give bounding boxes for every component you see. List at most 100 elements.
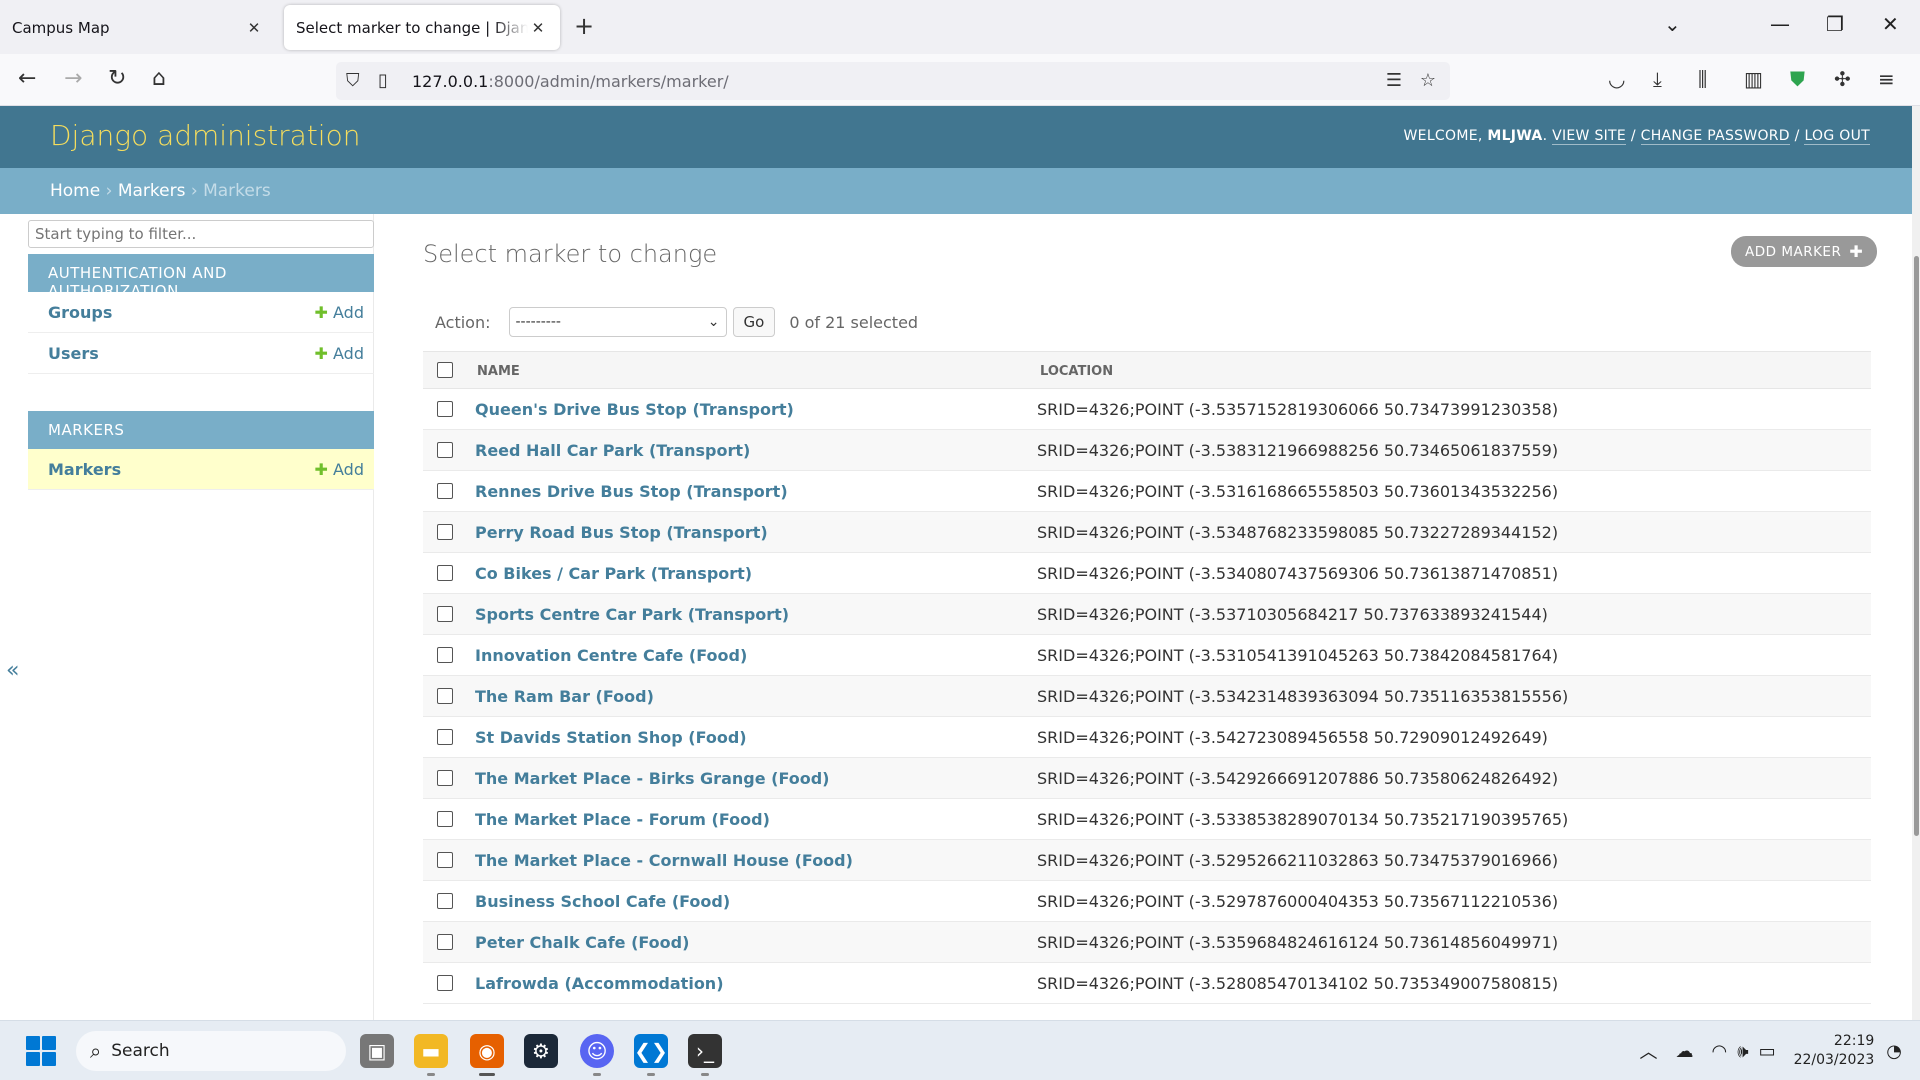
home-icon[interactable]: ⌂ bbox=[152, 66, 166, 91]
marker-name-link[interactable]: Reed Hall Car Park (Transport) bbox=[475, 441, 750, 460]
toggle-sidebar-icon[interactable]: « bbox=[6, 658, 19, 683]
url-bar[interactable]: ⛉ ▯ 127.0.0.1:8000/admin/markers/marker/… bbox=[336, 62, 1450, 100]
steam-icon[interactable]: ⚙ bbox=[524, 1034, 558, 1068]
site-branding[interactable]: Django administration bbox=[50, 119, 360, 152]
wifi-icon[interactable]: ◠ bbox=[1712, 1041, 1728, 1062]
action-select-value: --------- bbox=[515, 314, 561, 330]
row-checkbox[interactable] bbox=[437, 852, 453, 868]
taskbar-search[interactable]: ⌕ Search bbox=[76, 1031, 346, 1071]
marker-name-link[interactable]: St Davids Station Shop (Food) bbox=[475, 728, 747, 747]
new-tab-icon[interactable]: + bbox=[574, 12, 594, 40]
vscode-icon[interactable]: ❮❯ bbox=[634, 1034, 668, 1076]
row-checkbox[interactable] bbox=[437, 647, 453, 663]
scrollbar-thumb[interactable] bbox=[1914, 256, 1919, 836]
file-explorer-icon[interactable]: ▬ bbox=[414, 1034, 448, 1076]
marker-name-link[interactable]: The Market Place - Forum (Food) bbox=[475, 810, 770, 829]
library-icon[interactable]: ⫼ bbox=[1698, 67, 1707, 91]
marker-name-link[interactable]: Rennes Drive Bus Stop (Transport) bbox=[475, 482, 788, 501]
sidebar-icon[interactable]: ▥ bbox=[1744, 67, 1763, 91]
minimize-icon[interactable]: — bbox=[1770, 12, 1790, 36]
row-checkbox[interactable] bbox=[437, 975, 453, 991]
firefox-icon[interactable]: ◉ bbox=[470, 1034, 504, 1076]
marker-name-link[interactable]: Business School Cafe (Food) bbox=[475, 892, 730, 911]
markers-module-caption[interactable]: MARKERS bbox=[28, 411, 374, 449]
row-checkbox[interactable] bbox=[437, 729, 453, 745]
row-checkbox[interactable] bbox=[437, 934, 453, 950]
add-markers-link[interactable]: ✚ Add bbox=[315, 460, 364, 479]
sidebar-item-label[interactable]: Users bbox=[48, 344, 99, 363]
marker-name-link[interactable]: Co Bikes / Car Park (Transport) bbox=[475, 564, 752, 583]
downloads-icon[interactable]: ⤓ bbox=[1653, 67, 1662, 91]
reader-view-icon[interactable]: ☰ bbox=[1386, 70, 1402, 91]
breadcrumb-home[interactable]: Home bbox=[50, 181, 100, 201]
column-header-name[interactable]: NAME bbox=[477, 364, 520, 379]
sidebar-item-groups[interactable]: Groups ✚ Add bbox=[28, 292, 374, 333]
marker-name-link[interactable]: The Market Place - Cornwall House (Food) bbox=[475, 851, 853, 870]
row-checkbox[interactable] bbox=[437, 606, 453, 622]
row-checkbox[interactable] bbox=[437, 565, 453, 581]
select-all-checkbox[interactable] bbox=[437, 362, 453, 378]
row-checkbox[interactable] bbox=[437, 401, 453, 417]
close-window-icon[interactable]: ✕ bbox=[1882, 12, 1899, 36]
add-marker-button[interactable]: ADD MARKER ✚ bbox=[1731, 236, 1878, 267]
clock[interactable]: 22:19 22/03/2023 bbox=[1794, 1032, 1875, 1070]
sidebar-item-label[interactable]: Groups bbox=[48, 303, 112, 322]
go-button[interactable]: Go bbox=[732, 307, 776, 337]
nav-filter-input[interactable] bbox=[28, 220, 374, 248]
browser-tab-campus-map[interactable]: Campus Map ✕ bbox=[0, 5, 276, 50]
add-groups-link[interactable]: ✚ Add bbox=[315, 303, 364, 322]
extension-shield-icon[interactable]: ⛊ bbox=[1790, 67, 1805, 91]
auth-module-caption[interactable]: AUTHENTICATION AND AUTHORIZATION bbox=[28, 254, 374, 300]
marker-name-link[interactable]: Lafrowda (Accommodation) bbox=[475, 974, 724, 993]
row-checkbox[interactable] bbox=[437, 811, 453, 827]
close-icon[interactable]: ✕ bbox=[528, 19, 548, 37]
volume-icon[interactable]: 🕪 bbox=[1737, 1041, 1748, 1062]
page-title: Select marker to change bbox=[423, 240, 718, 268]
change-password-link[interactable]: CHANGE PASSWORD bbox=[1640, 128, 1790, 145]
bookmark-star-icon[interactable]: ☆ bbox=[1420, 70, 1436, 91]
column-header-location[interactable]: LOCATION bbox=[1040, 364, 1113, 379]
chevron-up-icon[interactable]: ︿ bbox=[1640, 1038, 1658, 1064]
row-checkbox[interactable] bbox=[437, 524, 453, 540]
notification-icon[interactable]: ◔ bbox=[1886, 1041, 1902, 1062]
close-icon[interactable]: ✕ bbox=[244, 19, 264, 37]
row-checkbox[interactable] bbox=[437, 688, 453, 704]
discord-icon[interactable]: ☺ bbox=[580, 1034, 614, 1076]
reload-icon[interactable]: ↻ bbox=[108, 66, 126, 91]
list-all-tabs-icon[interactable]: ⌄ bbox=[1664, 12, 1681, 36]
battery-icon[interactable]: ▭ bbox=[1759, 1041, 1776, 1062]
row-checkbox[interactable] bbox=[437, 442, 453, 458]
restore-icon[interactable]: ❐ bbox=[1826, 12, 1844, 36]
breadcrumb-app[interactable]: Markers bbox=[118, 181, 186, 201]
action-select[interactable]: --------- ⌄ bbox=[508, 307, 727, 337]
extensions-icon[interactable]: ✣ bbox=[1834, 67, 1851, 91]
sidebar-item-markers[interactable]: Markers ✚ Add bbox=[28, 449, 374, 490]
marker-name-link[interactable]: Innovation Centre Cafe (Food) bbox=[475, 646, 747, 665]
task-view-icon[interactable]: ▣ bbox=[360, 1034, 394, 1068]
marker-name-link[interactable]: Perry Road Bus Stop (Transport) bbox=[475, 523, 768, 542]
row-checkbox[interactable] bbox=[437, 770, 453, 786]
marker-name-link[interactable]: The Ram Bar (Food) bbox=[475, 687, 654, 706]
terminal-icon[interactable]: ›_ bbox=[688, 1034, 722, 1076]
page-scrollbar[interactable] bbox=[1912, 106, 1920, 1020]
back-icon[interactable]: ← bbox=[18, 66, 36, 91]
view-site-link[interactable]: VIEW SITE bbox=[1552, 128, 1627, 145]
menu-icon[interactable]: ≡ bbox=[1878, 67, 1895, 91]
shield-icon[interactable]: ⛉ bbox=[346, 70, 360, 91]
page-icon[interactable]: ▯ bbox=[378, 70, 388, 91]
row-checkbox[interactable] bbox=[437, 893, 453, 909]
add-users-link[interactable]: ✚ Add bbox=[315, 344, 364, 363]
pocket-icon[interactable]: ◡ bbox=[1608, 67, 1625, 91]
marker-name-link[interactable]: Queen's Drive Bus Stop (Transport) bbox=[475, 400, 794, 419]
sidebar-item-label[interactable]: Markers bbox=[48, 460, 121, 479]
log-out-link[interactable]: LOG OUT bbox=[1804, 128, 1870, 145]
row-checkbox[interactable] bbox=[437, 483, 453, 499]
marker-name-link[interactable]: Peter Chalk Cafe (Food) bbox=[475, 933, 689, 952]
marker-name-link[interactable]: The Market Place - Birks Grange (Food) bbox=[475, 769, 829, 788]
windows-start-icon[interactable] bbox=[26, 1036, 56, 1066]
browser-tab-active[interactable]: Select marker to change | Django site ad… bbox=[284, 5, 560, 50]
onedrive-icon[interactable]: ☁ bbox=[1676, 1041, 1694, 1062]
forward-icon[interactable]: → bbox=[64, 66, 82, 91]
sidebar-item-users[interactable]: Users ✚ Add bbox=[28, 333, 374, 374]
marker-name-link[interactable]: Sports Centre Car Park (Transport) bbox=[475, 605, 789, 624]
